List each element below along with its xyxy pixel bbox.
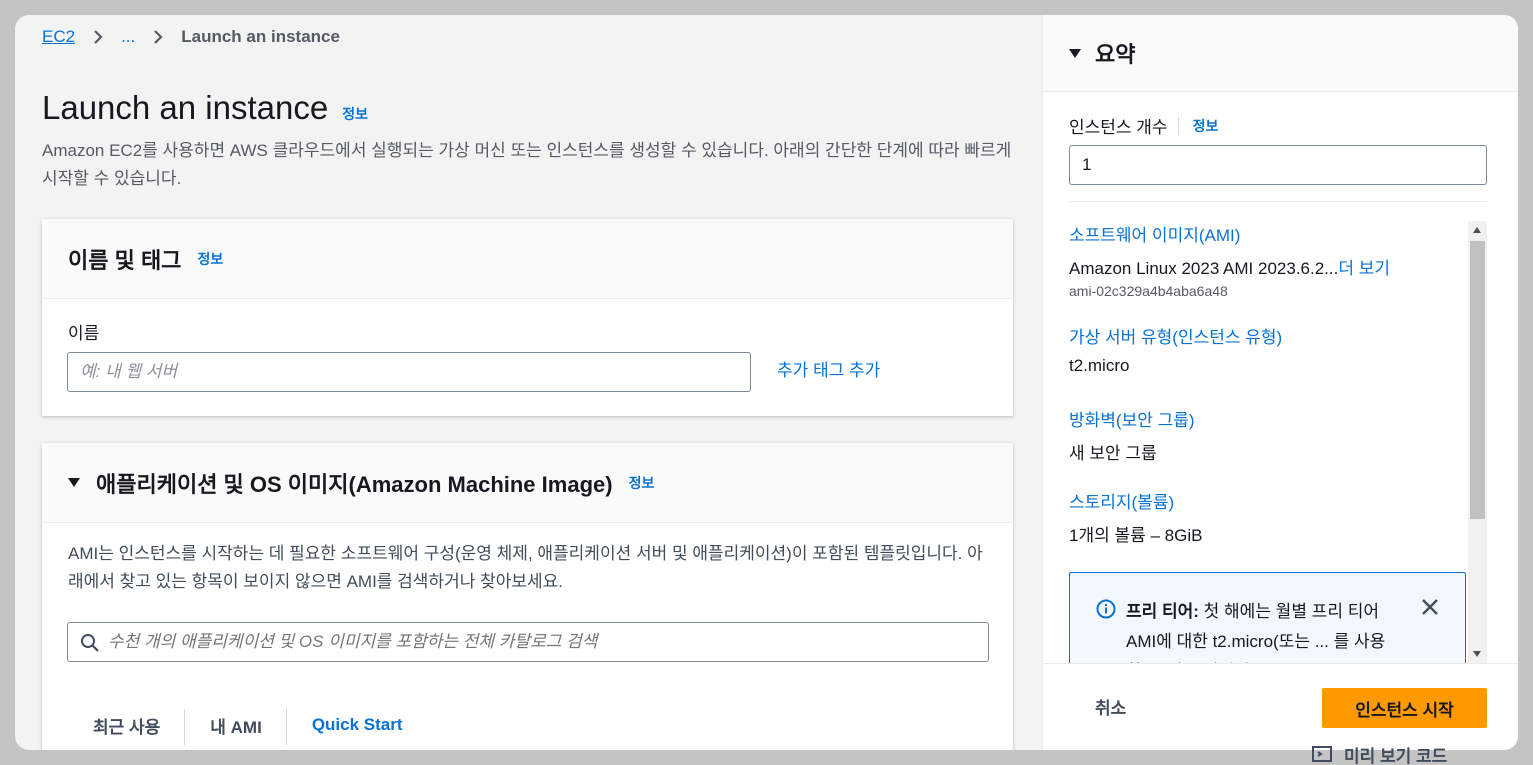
free-tier-bold: 프리 티어: — [1126, 602, 1199, 621]
chevron-right-icon — [85, 27, 111, 47]
ami-tabs: 최근 사용 내 AMI Quick Start — [68, 697, 988, 750]
add-tags-link[interactable]: 추가 태그 추가 — [777, 356, 880, 381]
preview-code-button[interactable]: 미리 보기 코드 — [1312, 742, 1447, 765]
summary-storage-link[interactable]: 스토리지(볼륨) — [1069, 488, 1202, 513]
page-info-link[interactable]: 정보 — [342, 104, 368, 124]
summary-ami-value-row: Amazon Linux 2023 AMI 2023.6.2...더 보기 — [1069, 254, 1390, 279]
summary-storage: 스토리지(볼륨) 1개의 볼륨 – 8GiB — [1069, 488, 1202, 546]
instance-count-label: 인스턴스 개수 — [1069, 118, 1168, 137]
page-title-row: Launch an instance 정보 — [42, 89, 368, 127]
ami-panel: 애플리케이션 및 OS 이미지(Amazon Machine Image) 정보… — [42, 443, 1013, 750]
breadcrumb: EC2 ... Launch an instance — [42, 25, 340, 49]
summary-ami-link[interactable]: 소프트웨어 이미지(AMI) — [1069, 221, 1390, 246]
summary-instance-type-value: t2.micro — [1069, 356, 1130, 375]
summary-scroll-area[interactable]: 소프트웨어 이미지(AMI) Amazon Linux 2023 AMI 202… — [1043, 221, 1518, 663]
info-icon — [1096, 599, 1116, 619]
page-description: Amazon EC2를 사용하면 AWS 클라우드에서 실행되는 가상 머신 또… — [42, 141, 1012, 188]
close-icon[interactable] — [1420, 597, 1440, 617]
summary-footer: 취소 인스턴스 시작 — [1043, 663, 1518, 750]
name-tags-header: 이름 및 태그 정보 — [42, 219, 1013, 299]
summary-ami-id: ami-02c329a4b4aba6a48 — [1069, 283, 1228, 299]
breadcrumb-current: Launch an instance — [181, 27, 340, 46]
page-title: Launch an instance — [42, 89, 329, 126]
summary-instance-type-link[interactable]: 가상 서버 유형(인스턴스 유형) — [1069, 323, 1282, 348]
tab-recent[interactable]: 최근 사용 — [68, 697, 186, 750]
summary-firewall-link[interactable]: 방화벽(보안 그룹) — [1069, 406, 1195, 431]
name-tags-panel: 이름 및 태그 정보 이름 추가 태그 추가 — [42, 219, 1013, 416]
ami-info-link[interactable]: 정보 — [629, 473, 655, 493]
divider — [1069, 201, 1487, 202]
code-icon — [1312, 745, 1334, 764]
instance-count-input[interactable] — [1069, 145, 1487, 185]
caret-down-icon — [1069, 48, 1081, 58]
summary-header[interactable]: 요약 — [1043, 15, 1518, 92]
instance-count-info-link[interactable]: 정보 — [1193, 116, 1219, 136]
breadcrumb-ellipsis[interactable]: ... — [121, 27, 135, 47]
name-tags-info-link[interactable]: 정보 — [197, 249, 223, 269]
app-window: EC2 ... Launch an instance Launch an ins… — [15, 15, 1518, 750]
tab-my-ami[interactable]: 내 AMI — [185, 697, 287, 750]
caret-down-icon — [68, 478, 80, 487]
summary-ami-value: Amazon Linux 2023 AMI 2023.6.2... — [1069, 259, 1339, 278]
summary-storage-value: 1개의 볼륨 – 8GiB — [1069, 526, 1203, 545]
search-icon — [80, 633, 100, 658]
instance-count-label-row: 인스턴스 개수 정보 — [1069, 113, 1218, 138]
ami-title: 애플리케이션 및 OS 이미지(Amazon Machine Image) — [96, 471, 613, 497]
summary-ami: 소프트웨어 이미지(AMI) Amazon Linux 2023 AMI 202… — [1069, 221, 1390, 299]
summary-firewall-value: 새 보안 그룹 — [1069, 444, 1157, 463]
launch-instance-button[interactable]: 인스턴스 시작 — [1322, 688, 1487, 728]
ami-search-box[interactable] — [67, 622, 989, 662]
summary-ami-more-link[interactable]: 더 보기 — [1338, 259, 1390, 278]
preview-code-label: 미리 보기 코드 — [1344, 747, 1448, 765]
scroll-up-icon[interactable] — [1473, 227, 1481, 233]
name-input[interactable] — [67, 352, 751, 392]
ami-header[interactable]: 애플리케이션 및 OS 이미지(Amazon Machine Image) 정보 — [42, 443, 1013, 523]
tab-quick-start[interactable]: Quick Start — [287, 697, 428, 750]
free-tier-text: 프리 티어: 첫 해에는 월별 프리 티어 AMI에 대한 t2.micro(또… — [1126, 597, 1396, 663]
name-label: 이름 — [68, 324, 100, 343]
summary-instance-type: 가상 서버 유형(인스턴스 유형) t2.micro — [1069, 323, 1282, 376]
scroll-down-icon[interactable] — [1473, 651, 1481, 657]
summary-scrollbar[interactable] — [1468, 221, 1487, 663]
free-tier-alert: 프리 티어: 첫 해에는 월별 프리 티어 AMI에 대한 t2.micro(또… — [1069, 572, 1466, 663]
divider — [1177, 116, 1179, 135]
summary-panel: 요약 인스턴스 개수 정보 소프트웨어 이미지(AMI) Amazon Linu… — [1042, 15, 1518, 750]
chevron-right-icon — [145, 27, 171, 47]
name-tags-title: 이름 및 태그 — [68, 247, 182, 273]
ami-description: AMI는 인스턴스를 시작하는 데 필요한 소프트웨어 구성(운영 체제, 애플… — [68, 544, 983, 591]
breadcrumb-ec2[interactable]: EC2 — [42, 27, 75, 47]
cancel-button[interactable]: 취소 — [1095, 694, 1126, 719]
main-content: EC2 ... Launch an instance Launch an ins… — [15, 15, 1042, 750]
summary-firewall: 방화벽(보안 그룹) 새 보안 그룹 — [1069, 406, 1195, 464]
scrollbar-thumb[interactable] — [1470, 241, 1485, 519]
summary-title: 요약 — [1095, 42, 1136, 67]
ami-search-input[interactable] — [108, 623, 978, 661]
